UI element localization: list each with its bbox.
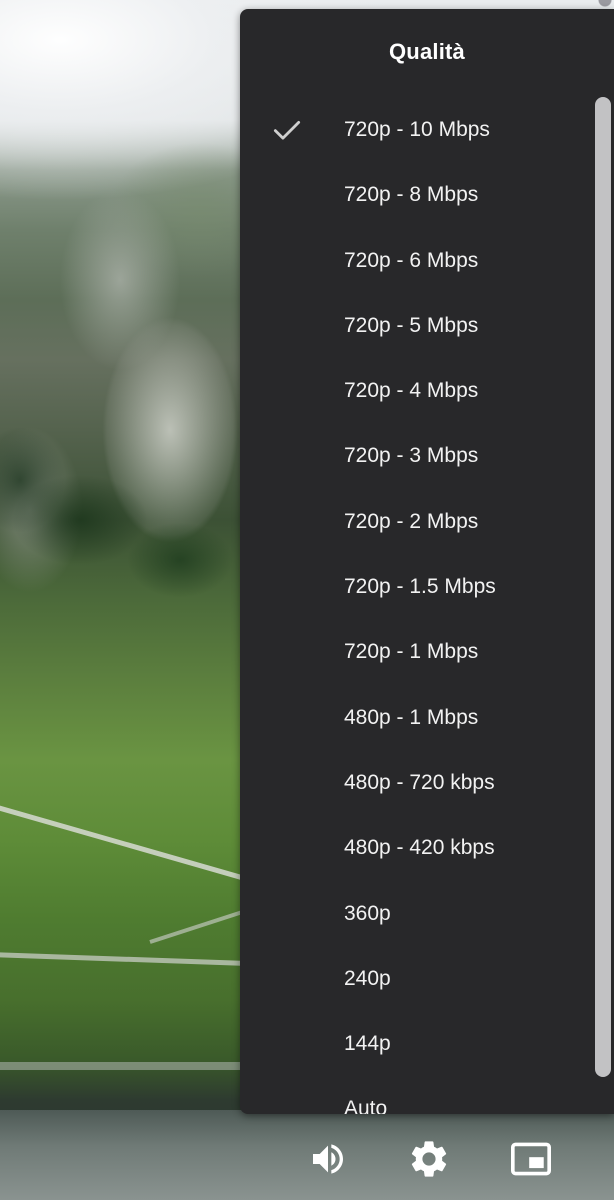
quality-option-label: 480p - 420 kbps bbox=[344, 836, 495, 860]
quality-option[interactable]: 720p - 4 Mbps bbox=[240, 358, 590, 423]
volume-icon bbox=[313, 1144, 343, 1174]
quality-option[interactable]: 720p - 3 Mbps bbox=[240, 423, 590, 488]
settings-gear-icon bbox=[411, 1141, 447, 1177]
quality-option-label: 480p - 1 Mbps bbox=[344, 705, 479, 729]
quality-option-label: 720p - 1.5 Mbps bbox=[344, 575, 496, 599]
player-controls bbox=[0, 1130, 614, 1192]
quality-option[interactable]: 360p bbox=[240, 881, 590, 946]
quality-option[interactable]: 480p - 420 kbps bbox=[240, 815, 590, 880]
corner-indicator bbox=[596, 0, 614, 8]
menu-scrollbar[interactable] bbox=[595, 97, 611, 1077]
quality-option-label: 720p - 5 Mbps bbox=[344, 313, 479, 337]
quality-option-label: 360p bbox=[344, 901, 391, 925]
quality-option[interactable]: 144p bbox=[240, 1011, 590, 1076]
quality-option[interactable]: 240p bbox=[240, 946, 590, 1011]
quality-option-label: 720p - 8 Mbps bbox=[344, 183, 479, 207]
quality-option-label: 720p - 2 Mbps bbox=[344, 509, 479, 533]
quality-option[interactable]: 720p - 1 Mbps bbox=[240, 619, 590, 684]
quality-option-label: 720p - 6 Mbps bbox=[344, 248, 479, 272]
quality-option[interactable]: 720p - 8 Mbps bbox=[240, 162, 590, 227]
quality-option-label: 240p bbox=[344, 966, 391, 990]
quality-option[interactable]: 720p - 1.5 Mbps bbox=[240, 554, 590, 619]
quality-option[interactable]: Auto bbox=[240, 1076, 590, 1114]
quality-option-label: 720p - 3 Mbps bbox=[344, 444, 479, 468]
quality-option[interactable]: 720p - 6 Mbps bbox=[240, 228, 590, 293]
quality-option[interactable]: 480p - 720 kbps bbox=[240, 750, 590, 815]
quality-menu: Qualità 720p - 10 Mbps 720p - 8 Mbps 720p … bbox=[240, 9, 614, 1114]
menu-scrollbar-thumb[interactable] bbox=[595, 97, 611, 1077]
volume-button[interactable] bbox=[301, 1130, 355, 1188]
quality-option-label: 720p - 4 Mbps bbox=[344, 379, 479, 403]
quality-option[interactable]: 480p - 1 Mbps bbox=[240, 685, 590, 750]
quality-options-list: 720p - 10 Mbps 720p - 8 Mbps 720p - 6 Mbps… bbox=[240, 97, 590, 1114]
settings-button[interactable] bbox=[402, 1130, 456, 1188]
quality-option-label: 720p - 10 Mbps bbox=[344, 118, 490, 141]
picture-in-picture-button[interactable] bbox=[504, 1130, 558, 1188]
quality-option-label: 720p - 1 Mbps bbox=[344, 640, 479, 664]
quality-option-label: Auto bbox=[344, 1097, 388, 1114]
quality-menu-title: Qualità bbox=[389, 39, 465, 64]
quality-option-label: 144p bbox=[344, 1032, 391, 1056]
video-forest bbox=[0, 400, 245, 620]
picture-in-picture-icon bbox=[511, 1142, 551, 1176]
quality-option[interactable]: 720p - 2 Mbps bbox=[240, 489, 590, 554]
checkmark-icon bbox=[273, 97, 301, 162]
quality-option-label: 480p - 720 kbps bbox=[344, 770, 495, 794]
quality-option[interactable]: 720p - 5 Mbps bbox=[240, 293, 590, 358]
quality-option[interactable]: 720p - 10 Mbps bbox=[240, 97, 590, 162]
